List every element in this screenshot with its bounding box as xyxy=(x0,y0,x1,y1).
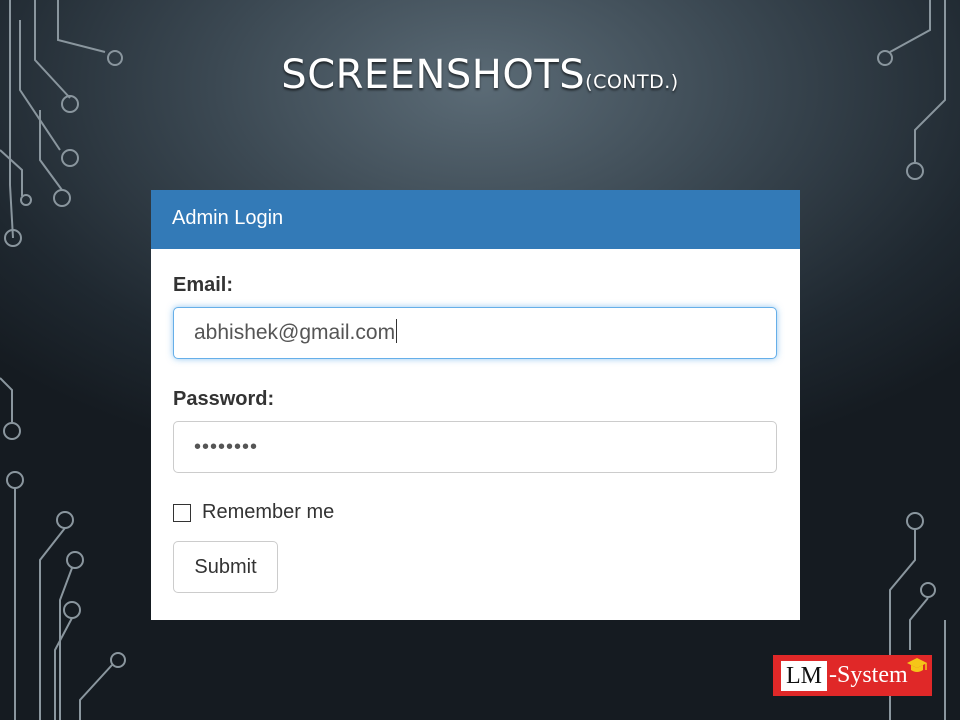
password-value: •••••••• xyxy=(194,436,259,458)
lm-system-logo: LM -System xyxy=(773,655,932,696)
logo-system-text: -System xyxy=(829,662,908,688)
slide-title-subtitle: (CONTD.) xyxy=(585,71,679,93)
email-field[interactable]: abhishek@gmail.com xyxy=(173,307,777,359)
panel-body: Email: abhishek@gmail.com Password: ••••… xyxy=(151,249,800,593)
email-label: Email: xyxy=(173,274,234,296)
remember-me-label: Remember me xyxy=(202,501,335,523)
remember-me-checkbox[interactable] xyxy=(173,503,191,522)
slide-title-main: SCREENSHOTS xyxy=(281,52,586,98)
email-value: abhishek@gmail.com xyxy=(194,321,396,344)
graduation-cap-icon xyxy=(907,658,927,672)
logo-lm-text: LM xyxy=(781,660,827,691)
remember-me-row[interactable]: Remember me xyxy=(173,501,778,524)
password-field[interactable]: •••••••• xyxy=(173,421,777,473)
text-caret xyxy=(396,319,398,343)
login-panel-screenshot: Admin Login Email: abhishek@gmail.com Pa… xyxy=(151,190,800,620)
slide-title: SCREENSHOTS(CONTD.) xyxy=(0,52,960,98)
submit-button[interactable]: Submit xyxy=(173,541,278,593)
password-label: Password: xyxy=(173,388,275,410)
panel-heading: Admin Login xyxy=(151,190,800,249)
